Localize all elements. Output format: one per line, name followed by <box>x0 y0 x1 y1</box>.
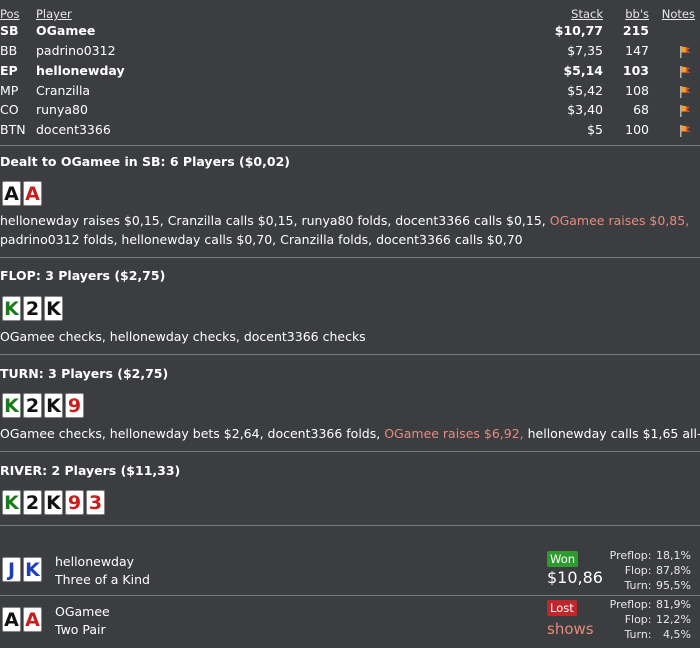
won-amount: $10,86 <box>547 568 603 587</box>
playing-card: K <box>2 490 21 515</box>
header-bbs[interactable]: bb's <box>625 7 649 21</box>
playing-card: 2 <box>23 393 42 418</box>
player-stack: $10,77 <box>554 23 603 38</box>
preflop-actions-text: hellonewday raises $0,15, Cranzilla call… <box>0 213 550 228</box>
turn-raise-text: OGamee raises $6,92, <box>384 426 524 441</box>
river-cards: K2K93 <box>2 490 105 515</box>
player-pos: BB <box>0 43 18 58</box>
player-pos: BTN <box>0 122 26 137</box>
player-pos: EP <box>0 63 18 78</box>
playing-card: K <box>44 393 63 418</box>
preflop-actions-line1: hellonewday raises $0,15, Cranzilla call… <box>0 211 689 231</box>
player-pos: SB <box>0 23 19 38</box>
turn-title: TURN: 3 Players ($2,75) <box>0 366 169 381</box>
showdown-hand: Two Pair <box>55 622 106 637</box>
showdown-cards: JK <box>2 557 42 582</box>
playing-card: A <box>2 181 21 206</box>
turn-actions-text: OGamee checks, hellonewday bets $2,64, d… <box>0 426 385 441</box>
showdown-hand: Three of a Kind <box>55 572 150 587</box>
player-name[interactable]: OGamee <box>36 23 95 38</box>
flag-icon[interactable] <box>679 104 692 117</box>
playing-card: K <box>23 557 42 582</box>
divider <box>0 595 700 596</box>
turn-actions: OGamee checks, hellonewday bets $2,64, d… <box>0 424 700 444</box>
divider <box>0 525 700 526</box>
playing-card: A <box>23 181 42 206</box>
divider <box>0 451 700 452</box>
preflop-equity: 81,9% <box>656 598 691 611</box>
playing-card: 9 <box>65 490 84 515</box>
showdown-player: hellonewday <box>55 554 135 569</box>
flop-title: FLOP: 3 Players ($2,75) <box>0 268 166 283</box>
result-badge-won: Won <box>547 551 579 567</box>
flop-equity: 87,8% <box>656 564 691 577</box>
header-pos[interactable]: Pos <box>0 7 20 21</box>
divider <box>0 354 700 355</box>
playing-card: 2 <box>23 490 42 515</box>
turn-actions-text-end: hellonewday calls $1,65 all-in <box>523 426 700 441</box>
turn-equity: 4,5% <box>663 628 691 641</box>
player-stack: $5,42 <box>567 83 603 98</box>
preflop-label: Preflop: <box>609 549 652 562</box>
divider <box>0 257 700 258</box>
flag-icon[interactable] <box>679 124 692 137</box>
flop-equity: 12,2% <box>656 613 691 626</box>
equity-stats: Preflop: 81,9% Flop: 12,2% Turn: 4,5% <box>610 597 691 642</box>
preflop-raise-text: OGamee raises $0,85, <box>549 213 690 228</box>
flop-actions: OGamee checks, hellonewday checks, docen… <box>0 329 366 344</box>
playing-card: K <box>2 296 21 321</box>
turn-label: Turn: <box>624 628 652 641</box>
player-stack: $7,35 <box>567 43 603 58</box>
player-name[interactable]: padrino0312 <box>36 43 116 58</box>
playing-card: K <box>2 393 21 418</box>
player-stack: $5 <box>587 122 603 137</box>
playing-card: 9 <box>65 393 84 418</box>
equity-stats: Preflop: 18,1% Flop: 87,8% Turn: 95,5% <box>610 548 691 593</box>
player-name[interactable]: Cranzilla <box>36 83 90 98</box>
player-name[interactable]: runya80 <box>36 102 88 117</box>
preflop-equity: 18,1% <box>656 549 691 562</box>
header-notes[interactable]: Notes <box>662 7 695 21</box>
header-stack[interactable]: Stack <box>571 7 603 21</box>
playing-card: K <box>44 296 63 321</box>
preflop-title: Dealt to OGamee in SB: 6 Players ($0,02) <box>0 154 290 169</box>
playing-card: A <box>23 607 42 632</box>
player-bbs: 147 <box>625 43 649 58</box>
playing-card: A <box>2 607 21 632</box>
showdown-cards: AA <box>2 607 42 632</box>
flag-icon[interactable] <box>679 45 692 58</box>
river-title: RIVER: 2 Players ($11,33) <box>0 463 181 478</box>
player-bbs: 215 <box>622 23 649 38</box>
player-name[interactable]: docent3366 <box>36 122 111 137</box>
player-pos: CO <box>0 102 19 117</box>
playing-card: J <box>2 557 21 582</box>
turn-cards: K2K9 <box>2 393 84 418</box>
flop-label: Flop: <box>624 564 652 577</box>
player-stack: $5,14 <box>563 63 603 78</box>
player-bbs: 103 <box>622 63 649 78</box>
player-bbs: 100 <box>625 122 649 137</box>
flop-cards: K2K <box>2 296 63 321</box>
player-name[interactable]: hellonewday <box>36 63 125 78</box>
playing-card: K <box>44 490 63 515</box>
turn-label: Turn: <box>624 579 652 592</box>
header-player[interactable]: Player <box>36 7 72 21</box>
flop-label: Flop: <box>624 613 652 626</box>
preflop-actions-line2: padrino0312 folds, hellonewday calls $0,… <box>0 232 523 247</box>
playing-card: 2 <box>23 296 42 321</box>
preflop-label: Preflop: <box>609 598 652 611</box>
divider <box>0 145 700 146</box>
player-bbs: 108 <box>625 83 649 98</box>
player-stack: $3,40 <box>567 102 603 117</box>
player-pos: MP <box>0 83 19 98</box>
turn-equity: 95,5% <box>656 579 691 592</box>
result-badge-lost: Lost <box>547 600 577 616</box>
flag-icon[interactable] <box>679 65 692 78</box>
flag-icon[interactable] <box>679 85 692 98</box>
shows-link[interactable]: shows <box>547 620 594 638</box>
hole-cards: AA <box>2 181 42 206</box>
player-bbs: 68 <box>633 102 649 117</box>
showdown-player: OGamee <box>55 604 110 619</box>
playing-card: 3 <box>86 490 105 515</box>
